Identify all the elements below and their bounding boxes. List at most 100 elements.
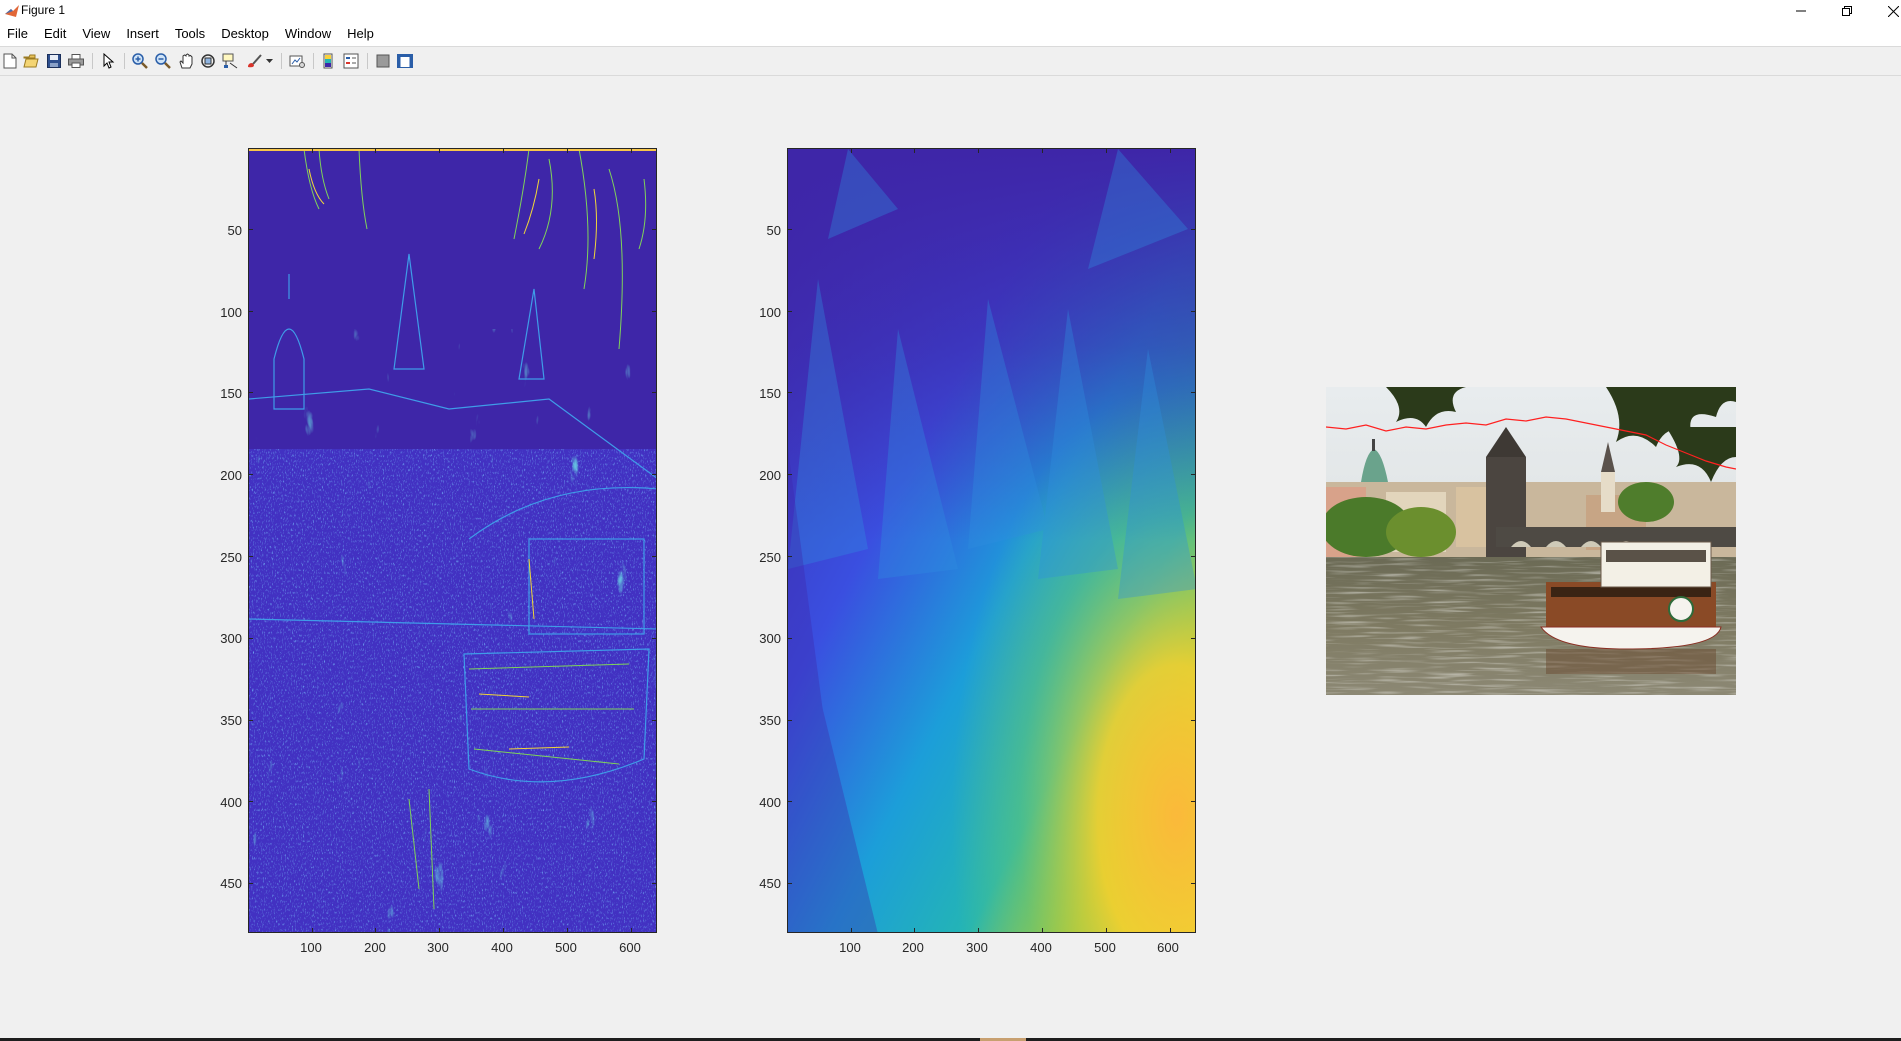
x-tick-mark <box>1170 928 1172 933</box>
prague-river-photo <box>1326 387 1736 695</box>
x-tick-mark <box>1170 148 1172 153</box>
rotate-3d-button[interactable] <box>199 52 217 70</box>
menu-desktop[interactable]: Desktop <box>213 22 277 46</box>
y-tick-label: 450 <box>759 876 781 891</box>
open-file-button[interactable] <box>22 52 40 70</box>
cumulative-energy-image <box>788 149 1195 932</box>
brush-dropdown-button[interactable] <box>264 52 274 70</box>
y-tick-label: 350 <box>220 713 242 728</box>
save-button[interactable] <box>45 52 63 70</box>
y-tick-label: 300 <box>759 631 781 646</box>
zoom-out-button[interactable] <box>154 52 172 70</box>
zoom-in-button[interactable] <box>131 52 149 70</box>
x-tick-mark <box>1042 928 1044 933</box>
insert-legend-button[interactable] <box>342 52 360 70</box>
insert-colorbar-button[interactable] <box>319 52 337 70</box>
energy-map-image <box>249 149 656 932</box>
y-tick-mark <box>1191 392 1196 394</box>
x-tick-label: 500 <box>555 940 577 955</box>
new-figure-icon <box>3 53 17 69</box>
menu-window[interactable]: Window <box>277 22 339 46</box>
open-file-icon <box>23 54 39 68</box>
y-tick-label: 150 <box>220 386 242 401</box>
select-pointer-icon <box>103 53 115 69</box>
y-tick-mark <box>787 719 792 721</box>
x-tick-label: 300 <box>427 940 449 955</box>
y-tick-mark <box>787 883 792 885</box>
print-icon <box>68 54 84 68</box>
x-tick-mark <box>914 148 916 153</box>
menu-help[interactable]: Help <box>339 22 382 46</box>
menu-insert[interactable]: Insert <box>118 22 167 46</box>
restore-icon <box>1842 6 1852 16</box>
x-tick-label: 200 <box>364 940 386 955</box>
menu-tools[interactable]: Tools <box>167 22 213 46</box>
hide-plot-tools-icon <box>376 54 390 68</box>
axes-cumulative-energy[interactable] <box>787 148 1196 933</box>
pan-hand-icon <box>179 53 193 69</box>
matlab-logo-icon <box>5 5 19 17</box>
figure-toolbar <box>0 46 1901 76</box>
x-tick-mark <box>1106 148 1108 153</box>
axes-photo-with-seam[interactable] <box>1326 387 1736 695</box>
insert-colorbar-icon <box>323 53 333 69</box>
y-tick-mark <box>1191 883 1196 885</box>
y-tick-label: 100 <box>759 305 781 320</box>
x-tick-label: 300 <box>966 940 988 955</box>
y-tick-label: 50 <box>227 223 242 238</box>
y-tick-label: 450 <box>220 876 242 891</box>
x-tick-label: 600 <box>619 940 641 955</box>
y-tick-mark <box>248 310 253 312</box>
insert-legend-icon <box>343 53 359 69</box>
pan-button[interactable] <box>177 52 195 70</box>
y-tick-mark <box>1191 719 1196 721</box>
brush-icon <box>248 54 262 68</box>
y-tick-mark <box>787 310 792 312</box>
y-tick-mark <box>787 474 792 476</box>
y-tick-mark <box>1191 801 1196 803</box>
y-tick-label: 100 <box>220 305 242 320</box>
link-plot-icon <box>289 55 305 68</box>
close-button[interactable] <box>1870 0 1901 22</box>
x-tick-label: 200 <box>902 940 924 955</box>
x-tick-mark <box>375 928 377 933</box>
x-tick-label: 400 <box>491 940 513 955</box>
x-tick-mark <box>567 148 569 153</box>
zoom-in-icon <box>132 53 148 69</box>
x-tick-mark <box>503 928 505 933</box>
toolbar-separator <box>313 53 314 69</box>
print-button[interactable] <box>67 52 85 70</box>
menu-view[interactable]: View <box>74 22 118 46</box>
x-tick-mark <box>631 928 633 933</box>
x-tick-mark <box>1042 148 1044 153</box>
y-tick-mark <box>652 392 657 394</box>
y-tick-mark <box>787 556 792 558</box>
minimize-button[interactable] <box>1778 0 1824 22</box>
new-figure-button[interactable] <box>1 52 19 70</box>
y-tick-mark <box>248 228 253 230</box>
y-tick-mark <box>248 392 253 394</box>
y-tick-label: 150 <box>759 386 781 401</box>
link-plot-button[interactable] <box>288 52 306 70</box>
menu-edit[interactable]: Edit <box>36 22 74 46</box>
y-tick-mark <box>652 801 657 803</box>
hide-plot-tools-button[interactable] <box>374 52 392 70</box>
x-tick-mark <box>978 928 980 933</box>
axes-energy-map[interactable] <box>248 148 657 933</box>
toolbar-separator <box>124 53 125 69</box>
x-tick-mark <box>978 148 980 153</box>
x-tick-mark <box>914 928 916 933</box>
x-tick-mark <box>850 928 852 933</box>
y-tick-mark <box>787 228 792 230</box>
rotate-3d-icon <box>201 54 215 68</box>
y-tick-label: 200 <box>220 468 242 483</box>
restore-button[interactable] <box>1824 0 1870 22</box>
show-plot-tools-button[interactable] <box>396 52 414 70</box>
y-tick-mark <box>1191 310 1196 312</box>
select-pointer-button[interactable] <box>100 52 118 70</box>
brush-button[interactable] <box>245 52 263 70</box>
data-cursor-button[interactable] <box>221 52 239 70</box>
window-title: Figure 1 <box>21 3 66 17</box>
y-tick-mark <box>248 883 253 885</box>
menu-file[interactable]: File <box>0 22 36 46</box>
